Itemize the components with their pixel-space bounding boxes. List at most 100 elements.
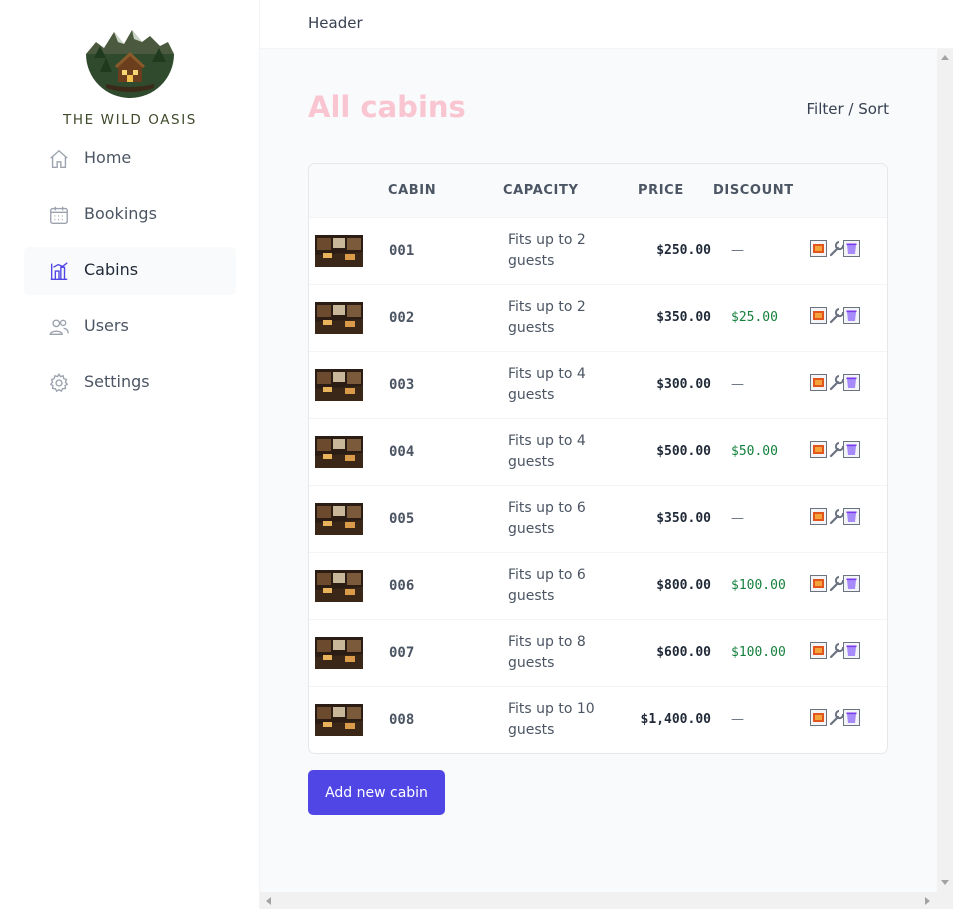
cabin-name: 001 xyxy=(389,243,415,259)
logo-icon xyxy=(86,30,174,98)
duplicate-icon[interactable] xyxy=(810,575,827,592)
home-icon xyxy=(50,149,68,168)
cabin-discount: $50.00 xyxy=(731,444,778,459)
cabin-thumbnail xyxy=(315,369,363,401)
scrollbar-thumb[interactable] xyxy=(939,65,951,873)
row-actions xyxy=(810,508,862,528)
table-row: 007 Fits up to 8 guests $600.00 $100.00 xyxy=(309,620,887,687)
delete-trash-icon[interactable] xyxy=(843,307,860,324)
duplicate-icon[interactable] xyxy=(810,642,827,659)
cabins-table: CABIN CAPACITY PRICE DISCOUNT 001 Fits up… xyxy=(308,163,888,754)
cabin-thumbnail xyxy=(315,235,363,267)
sidebar-item-label: Settings xyxy=(84,372,150,391)
sidebar-item-home[interactable]: Home xyxy=(24,135,236,183)
row-actions xyxy=(810,307,862,327)
cabin-capacity: Fits up to 2 guests xyxy=(508,299,586,336)
brand-name: THE WILD OASIS xyxy=(63,112,197,128)
cabin-price: $1,400.00 xyxy=(640,712,711,727)
sidebar-item-cabins[interactable]: Cabins xyxy=(24,247,236,295)
row-actions xyxy=(810,575,862,595)
duplicate-icon[interactable] xyxy=(810,709,827,726)
cabin-capacity: Fits up to 4 guests xyxy=(508,366,586,403)
delete-trash-icon[interactable] xyxy=(843,508,860,525)
cabin-price: $500.00 xyxy=(656,444,711,459)
duplicate-icon[interactable] xyxy=(810,441,827,458)
row-actions xyxy=(810,709,862,729)
cabin-capacity: Fits up to 6 guests xyxy=(508,500,586,537)
column-header-discount: DISCOUNT xyxy=(713,183,794,198)
row-actions xyxy=(810,374,862,394)
sidebar-item-bookings[interactable]: Bookings xyxy=(24,191,236,239)
delete-trash-icon[interactable] xyxy=(843,374,860,391)
duplicate-icon[interactable] xyxy=(810,240,827,257)
calendar-icon xyxy=(50,206,68,224)
sidebar: THE WILD OASIS Home Bookings Cabins User… xyxy=(0,0,260,909)
users-icon xyxy=(49,319,69,336)
vertical-scrollbar[interactable] xyxy=(937,49,953,892)
cabin-thumbnail xyxy=(315,570,363,602)
chart-building-icon xyxy=(50,262,68,280)
cabin-thumbnail xyxy=(315,302,363,334)
cabin-price: $250.00 xyxy=(656,243,711,258)
cabin-thumbnail xyxy=(315,436,363,468)
cabin-name: 002 xyxy=(389,310,415,326)
add-new-cabin-button[interactable]: Add new cabin xyxy=(308,770,445,815)
gear-icon xyxy=(49,373,69,393)
header-text: Header xyxy=(308,14,363,32)
duplicate-icon[interactable] xyxy=(810,374,827,391)
page-title: All cabins xyxy=(308,90,466,124)
sidebar-item-label: Home xyxy=(84,148,132,167)
scroll-up-arrow-icon[interactable] xyxy=(941,55,949,60)
column-header-cabin: CABIN xyxy=(388,183,437,198)
duplicate-icon[interactable] xyxy=(810,508,827,525)
table-row: 005 Fits up to 6 guests $350.00 — xyxy=(309,486,887,553)
scroll-down-arrow-icon[interactable] xyxy=(941,880,949,885)
cabin-name: 005 xyxy=(389,511,415,527)
cabin-capacity: Fits up to 6 guests xyxy=(508,567,586,604)
cabin-capacity: Fits up to 10 guests xyxy=(508,701,595,738)
table-header: CABIN CAPACITY PRICE DISCOUNT xyxy=(309,164,887,218)
row-actions xyxy=(810,441,862,461)
cabin-discount: — xyxy=(731,511,744,526)
scroll-left-arrow-icon[interactable] xyxy=(266,897,271,905)
sidebar-nav: Home Bookings Cabins Users Settings xyxy=(24,135,236,415)
table-row: 001 Fits up to 2 guests $250.00 — xyxy=(309,218,887,285)
sidebar-item-label: Users xyxy=(84,316,129,335)
sidebar-item-users[interactable]: Users xyxy=(24,303,236,351)
cabin-discount: — xyxy=(731,243,744,258)
delete-trash-icon[interactable] xyxy=(843,709,860,726)
cabin-capacity: Fits up to 2 guests xyxy=(508,232,586,269)
filter-sort-control[interactable]: Filter / Sort xyxy=(807,100,890,118)
column-header-price: PRICE xyxy=(638,183,684,198)
main-content: All cabins Filter / Sort CABIN CAPACITY … xyxy=(260,49,937,892)
cabin-price: $350.00 xyxy=(656,511,711,526)
cabin-thumbnail xyxy=(315,503,363,535)
cabin-discount: $25.00 xyxy=(731,310,778,325)
duplicate-icon[interactable] xyxy=(810,307,827,324)
delete-trash-icon[interactable] xyxy=(843,642,860,659)
cabin-price: $350.00 xyxy=(656,310,711,325)
app: THE WILD OASIS Home Bookings Cabins User… xyxy=(0,0,953,909)
cabin-discount: $100.00 xyxy=(731,645,786,660)
cabin-thumbnail xyxy=(315,637,363,669)
table-row: 006 Fits up to 6 guests $800.00 $100.00 xyxy=(309,553,887,620)
scroll-right-arrow-icon[interactable] xyxy=(925,897,930,905)
horizontal-scrollbar[interactable] xyxy=(260,892,953,909)
column-header-capacity: CAPACITY xyxy=(503,183,579,198)
sidebar-item-label: Bookings xyxy=(84,204,157,223)
cabin-capacity: Fits up to 4 guests xyxy=(508,433,586,470)
sidebar-item-settings[interactable]: Settings xyxy=(24,359,236,407)
delete-trash-icon[interactable] xyxy=(843,575,860,592)
row-actions xyxy=(810,240,862,260)
table-row: 004 Fits up to 4 guests $500.00 $50.00 xyxy=(309,419,887,486)
cabin-discount: — xyxy=(731,712,744,727)
cabin-name: 007 xyxy=(389,645,415,661)
cabin-name: 004 xyxy=(389,444,415,460)
cabin-price: $300.00 xyxy=(656,377,711,392)
cabin-capacity: Fits up to 8 guests xyxy=(508,634,586,671)
cabin-discount: — xyxy=(731,377,744,392)
cabin-name: 008 xyxy=(389,712,415,728)
cabin-discount: $100.00 xyxy=(731,578,786,593)
delete-trash-icon[interactable] xyxy=(843,441,860,458)
delete-trash-icon[interactable] xyxy=(843,240,860,257)
